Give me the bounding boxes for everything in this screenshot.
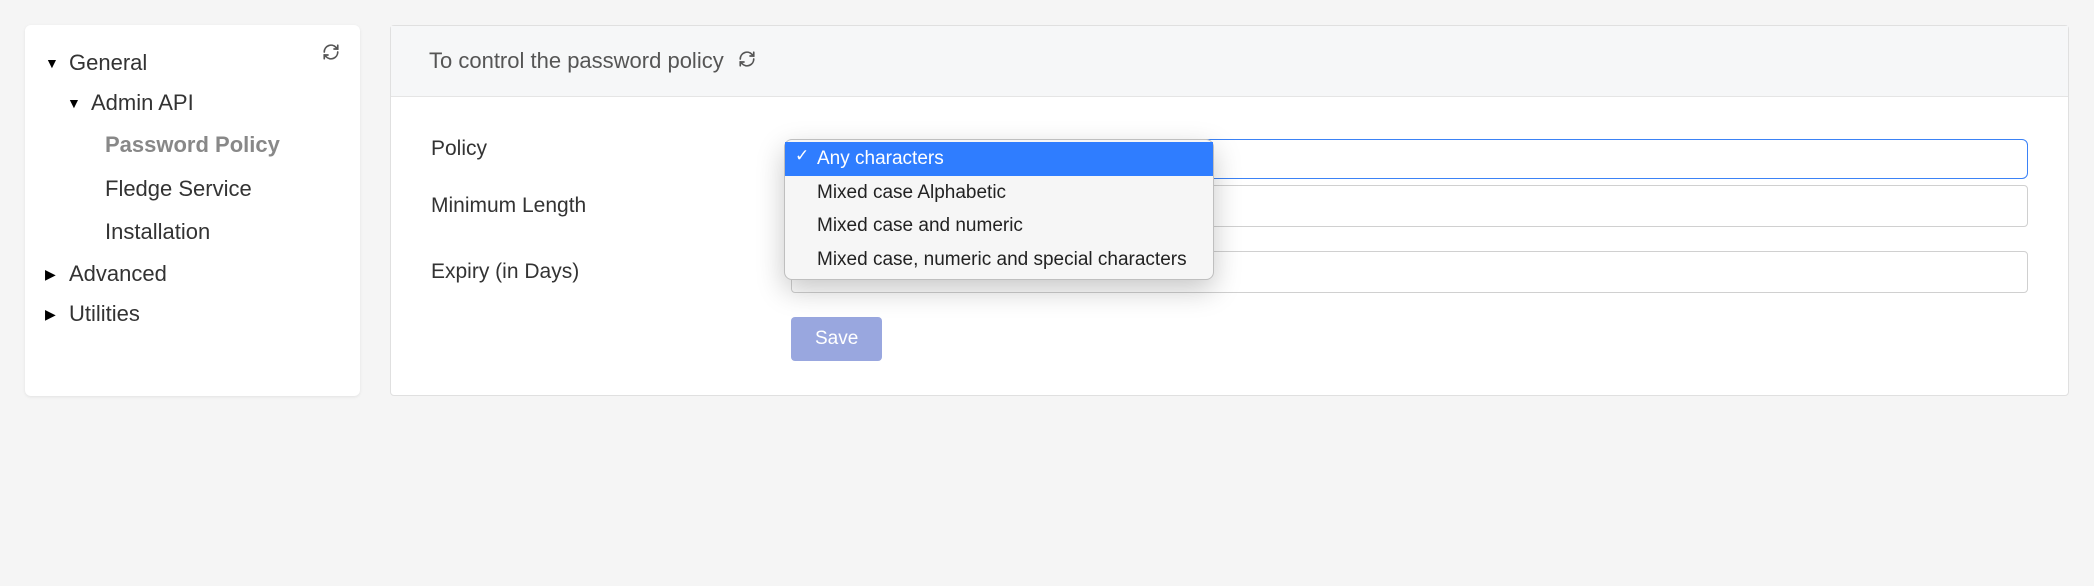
refresh-icon[interactable] bbox=[738, 50, 756, 73]
dropdown-option-label: Mixed case Alphabetic bbox=[817, 182, 1006, 203]
sidebar: General Admin API Password Policy Fledge… bbox=[25, 25, 360, 396]
policy-dropdown-popup: Any characters Mixed case Alphabetic Mix… bbox=[784, 139, 1214, 280]
sidebar-item-label: Advanced bbox=[69, 261, 167, 287]
min-length-label: Minimum Length bbox=[431, 194, 791, 218]
caret-right-icon bbox=[45, 266, 61, 283]
sidebar-item-advanced[interactable]: Advanced bbox=[45, 254, 340, 294]
sidebar-item-label: Admin API bbox=[91, 90, 194, 116]
sidebar-item-password-policy[interactable]: Password Policy bbox=[45, 123, 340, 167]
sidebar-item-admin-api[interactable]: Admin API bbox=[45, 83, 340, 123]
form-row-min-length: Minimum Length bbox=[431, 185, 2028, 227]
dropdown-option-mixed-alpha[interactable]: Mixed case Alphabetic bbox=[785, 176, 1213, 210]
button-row: Save bbox=[431, 317, 2028, 361]
caret-right-icon bbox=[45, 306, 61, 323]
main-body: Any characters Mixed case Alphabetic Mix… bbox=[391, 97, 2068, 395]
caret-down-icon bbox=[67, 95, 83, 111]
sidebar-item-utilities[interactable]: Utilities bbox=[45, 294, 340, 334]
page-title: To control the password policy bbox=[429, 48, 724, 74]
form-row-expiry: Expiry (in Days) bbox=[431, 251, 2028, 293]
sidebar-item-fledge-service[interactable]: Fledge Service bbox=[45, 167, 340, 211]
sidebar-item-label: General bbox=[69, 50, 147, 76]
sidebar-item-label: Utilities bbox=[69, 301, 140, 327]
policy-label: Policy bbox=[431, 137, 791, 161]
dropdown-option-any-characters[interactable]: Any characters bbox=[785, 142, 1213, 176]
sidebar-item-label: Installation bbox=[105, 217, 210, 247]
sidebar-item-installation[interactable]: Installation bbox=[45, 210, 340, 254]
dropdown-option-mixed-special[interactable]: Mixed case, numeric and special characte… bbox=[785, 243, 1213, 277]
save-button[interactable]: Save bbox=[791, 317, 882, 361]
sidebar-item-label: Password Policy bbox=[105, 130, 280, 160]
dropdown-option-label: Any characters bbox=[817, 148, 944, 169]
dropdown-option-label: Mixed case and numeric bbox=[817, 215, 1023, 236]
expiry-label: Expiry (in Days) bbox=[431, 260, 791, 284]
main-header: To control the password policy bbox=[391, 26, 2068, 97]
caret-down-icon bbox=[45, 55, 61, 71]
dropdown-option-mixed-numeric[interactable]: Mixed case and numeric bbox=[785, 209, 1213, 243]
main-panel: To control the password policy Any chara… bbox=[390, 25, 2069, 396]
refresh-icon[interactable] bbox=[322, 43, 340, 66]
sidebar-item-general[interactable]: General bbox=[45, 43, 147, 83]
sidebar-item-label: Fledge Service bbox=[105, 174, 252, 204]
dropdown-option-label: Mixed case, numeric and special characte… bbox=[817, 249, 1187, 270]
